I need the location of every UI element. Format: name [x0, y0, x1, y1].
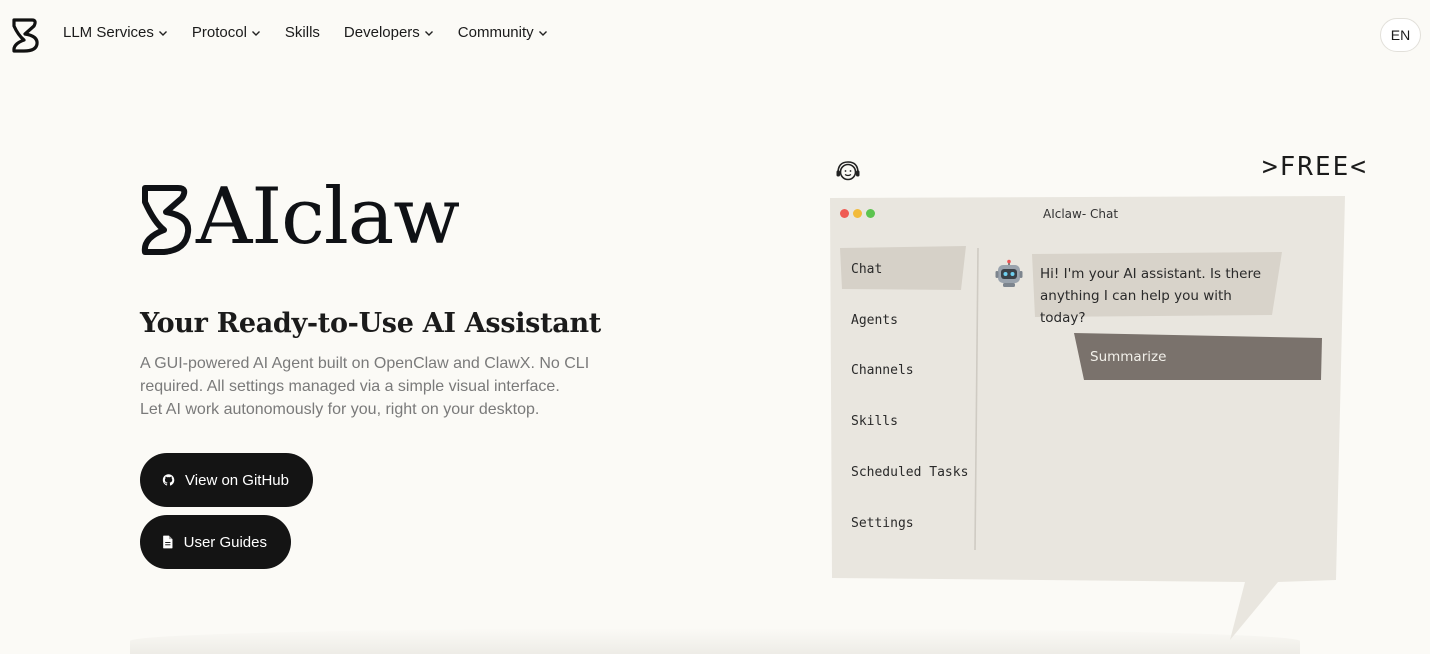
chevron-down-icon: [424, 30, 433, 36]
nav-item-label: Protocol: [191, 24, 247, 41]
sidebar-item-settings[interactable]: Settings: [851, 516, 914, 531]
view-on-github-button[interactable]: View on GitHub: [140, 453, 313, 507]
chat-window-illustration: [830, 196, 1345, 640]
window-close-dot[interactable]: [840, 209, 849, 218]
chevron-down-icon: [251, 30, 260, 36]
button-label: User Guides: [183, 533, 267, 551]
summarize-action[interactable]: Summarize: [1090, 349, 1166, 365]
free-badge: >FREE<: [1262, 152, 1368, 182]
nav-item-label: Developers: [343, 24, 420, 41]
sidebar-item-chat[interactable]: Chat: [851, 262, 882, 277]
hero-description-line: required. All settings managed via a sim…: [140, 378, 560, 395]
nav-item-label: LLM Services: [63, 24, 154, 41]
sidebar-item-scheduled-tasks[interactable]: Scheduled Tasks: [851, 465, 968, 480]
github-icon: [162, 474, 175, 486]
robot-avatar-icon: [995, 259, 1023, 287]
page-title: Your Ready-to-Use AI Assistant: [140, 308, 601, 339]
document-icon: [163, 535, 173, 549]
nav-item-llm-services[interactable]: LLM Services: [63, 24, 168, 41]
nav-item-protocol[interactable]: Protocol: [192, 24, 261, 41]
chevron-down-icon: [538, 30, 547, 36]
window-title: AIclaw- Chat: [1043, 207, 1119, 221]
user-guides-button[interactable]: User Guides: [140, 515, 291, 569]
brand-logo-icon[interactable]: [10, 16, 40, 54]
brand-name: AIclaw: [196, 172, 460, 262]
chevron-down-icon: [158, 30, 167, 36]
nav-item-community[interactable]: Community: [458, 24, 548, 41]
sidebar-item-skills[interactable]: Skills: [851, 414, 898, 429]
sidebar-item-channels[interactable]: Channels: [851, 363, 914, 378]
headset-support-icon: [836, 161, 860, 181]
nav-item-label: Skills: [284, 24, 320, 41]
sidebar-item-agents[interactable]: Agents: [851, 313, 898, 328]
hero-description-line: A GUI-powered AI Agent built on OpenClaw…: [140, 355, 590, 372]
nav-item-developers[interactable]: Developers: [344, 24, 434, 41]
top-nav: LLM Services Protocol Skills Developers …: [0, 0, 1430, 70]
nav-item-label: Community: [457, 24, 534, 41]
assistant-message: Hi! I'm your AI assistant. Is there anyt…: [1040, 266, 1262, 326]
nav-item-skills[interactable]: Skills: [285, 24, 320, 41]
window-maximize-dot[interactable]: [866, 209, 875, 218]
language-switch-button[interactable]: EN: [1380, 18, 1421, 52]
button-label: View on GitHub: [185, 471, 289, 489]
hero-description: A GUI-powered AI Agent built on OpenClaw…: [140, 352, 600, 421]
window-minimize-dot[interactable]: [853, 209, 862, 218]
hero-description-line: Let AI work autonomously for you, right …: [140, 401, 540, 418]
section-divider: [130, 628, 1300, 654]
nav-menu: LLM Services Protocol Skills Developers …: [63, 24, 572, 41]
